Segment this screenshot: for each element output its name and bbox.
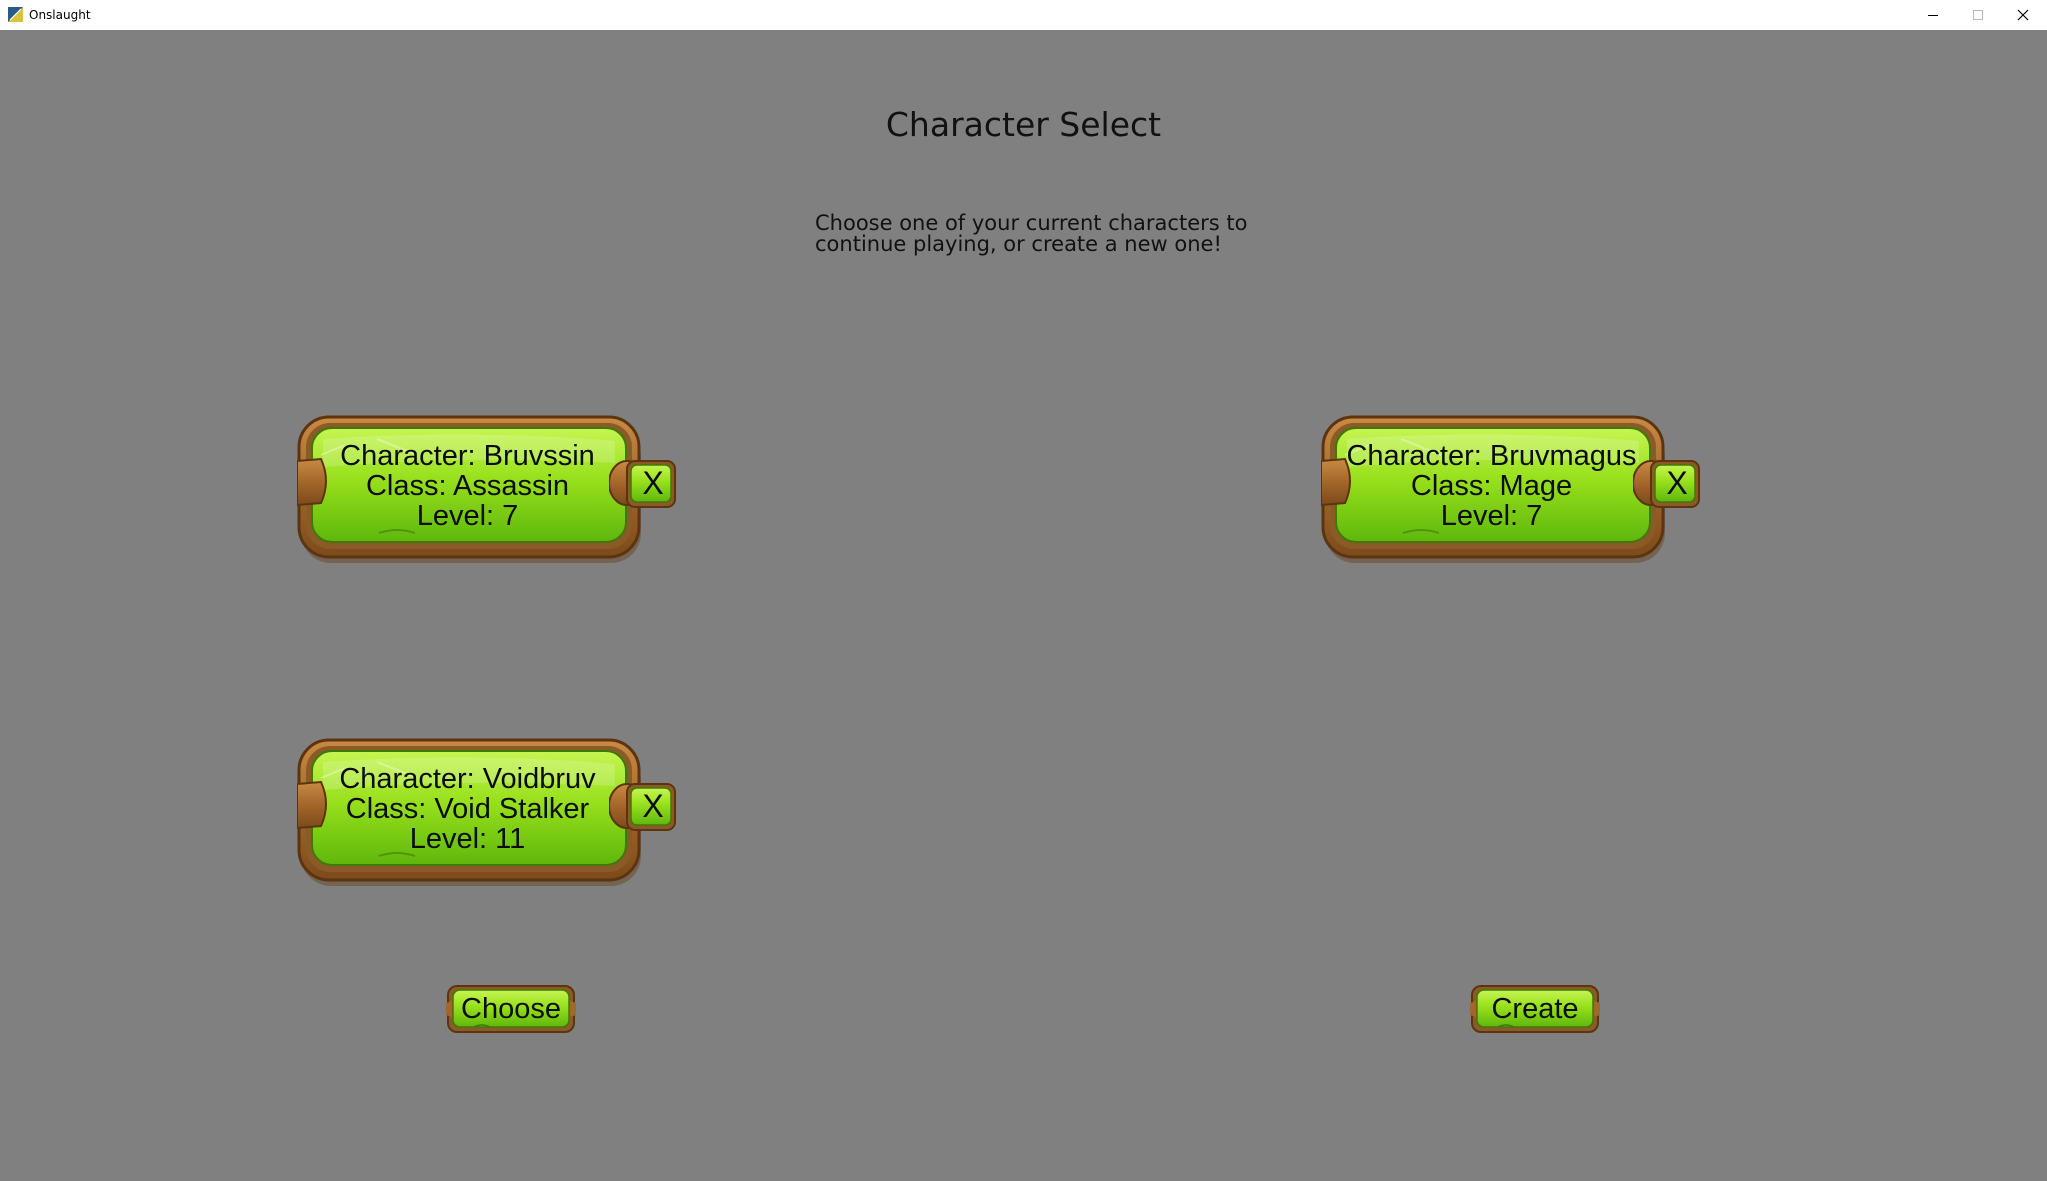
- maximize-button[interactable]: [1955, 0, 2001, 30]
- choose-label: Choose: [461, 993, 561, 1025]
- character-class: Class: Void Stalker: [345, 793, 590, 825]
- create-label: Create: [1491, 993, 1579, 1025]
- delete-character-button[interactable]: X: [609, 457, 679, 509]
- delete-label: X: [642, 465, 664, 501]
- character-card-bruvmagus[interactable]: Character: Bruvmagus Class: Mage Level: …: [1321, 415, 1703, 565]
- character-info: Character: Bruvssin Class: Assassin Leve…: [317, 441, 618, 531]
- character-class: Class: Mage: [1410, 470, 1573, 502]
- character-level: Level: 7: [416, 500, 519, 532]
- instructions-line: Choose one of your current characters to: [815, 211, 1248, 235]
- character-name: Character: Voidbruv: [339, 763, 596, 795]
- delete-character-button[interactable]: X: [1633, 457, 1703, 509]
- page-title: Character Select: [885, 105, 1162, 144]
- character-card-bruvssin[interactable]: Character: Bruvssin Class: Assassin Leve…: [297, 415, 679, 565]
- character-info: Character: Bruvmagus Class: Mage Level: …: [1341, 441, 1642, 531]
- delete-label: X: [642, 788, 664, 824]
- delete-character-button[interactable]: X: [609, 780, 679, 832]
- instructions-text: Choose one of your current characters to…: [815, 213, 1335, 255]
- maximize-icon: [1973, 10, 1983, 20]
- character-card-voidbruv[interactable]: Character: Voidbruv Class: Void Stalker …: [297, 738, 679, 888]
- window-title: Onslaught: [29, 8, 91, 22]
- character-level: Level: 11: [409, 823, 526, 855]
- close-icon: [2017, 9, 2029, 21]
- character-level: Level: 7: [1440, 500, 1543, 532]
- window-titlebar[interactable]: Onslaught: [0, 0, 2047, 30]
- character-name: Character: Bruvmagus: [1346, 440, 1637, 472]
- minimize-button[interactable]: [1910, 0, 1956, 30]
- create-button[interactable]: Create: [1470, 983, 1600, 1035]
- character-class: Class: Assassin: [365, 470, 570, 502]
- minimize-icon: [1928, 15, 1938, 16]
- choose-button[interactable]: Choose: [446, 983, 576, 1035]
- onslaught-app-icon: [8, 7, 23, 22]
- character-info: Character: Voidbruv Class: Void Stalker …: [317, 764, 618, 854]
- delete-label: X: [1666, 465, 1688, 501]
- close-button[interactable]: [2000, 0, 2046, 30]
- character-name: Character: Bruvssin: [340, 440, 595, 472]
- instructions-line: continue playing, or create a new one!: [815, 232, 1222, 256]
